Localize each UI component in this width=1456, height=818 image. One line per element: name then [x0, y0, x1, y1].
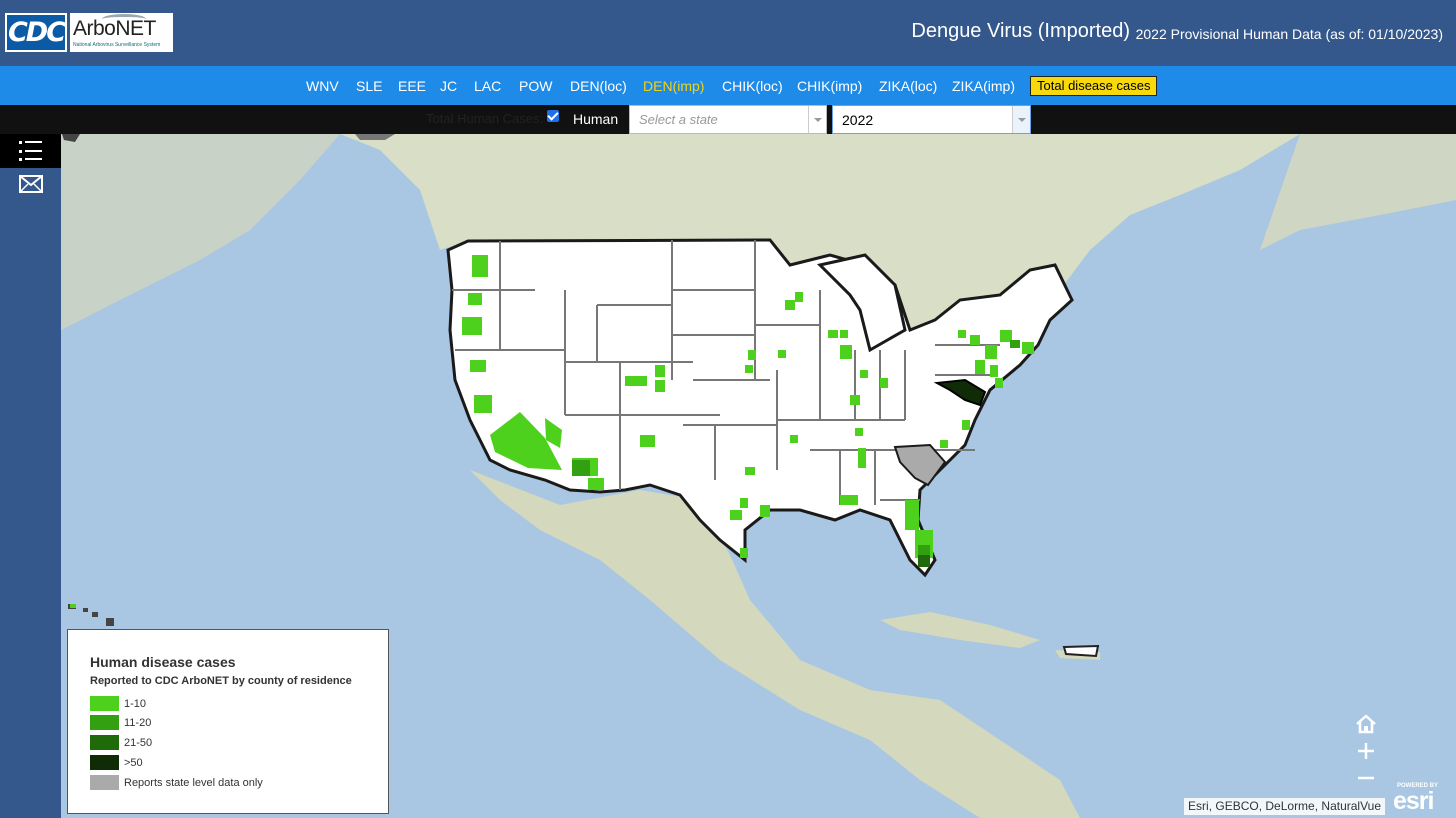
page-title: Dengue Virus (Imported) [911, 20, 1130, 42]
puerto-rico-shape [1062, 644, 1100, 658]
state-select-placeholder: Select a state [639, 112, 718, 127]
arbonet-logo[interactable]: ArboNET National Arbovirus Surveillance … [70, 13, 173, 52]
list-icon[interactable] [0, 134, 61, 168]
legend-swatch [90, 696, 119, 711]
legend-subtitle: Reported to CDC ArboNET by county of res… [90, 675, 352, 687]
chevron-down-icon[interactable] [1012, 106, 1030, 133]
app-header: CDC ArboNET National Arbovirus Surveilla… [0, 0, 1456, 66]
chevron-down-icon[interactable] [808, 106, 826, 133]
legend-swatch [90, 755, 119, 770]
esri-wordmark: esri [1393, 787, 1434, 815]
esri-logo[interactable]: POWERED BY esri [1393, 783, 1449, 815]
legend-label: 21-50 [124, 737, 153, 749]
arbonet-logo-text: ArboNET [73, 17, 156, 40]
year-select-value: 2022 [842, 112, 874, 128]
arbonet-logo-subtitle: National Arbovirus Surveillance System [73, 42, 161, 48]
nav-item-wnv[interactable]: WNV [306, 78, 339, 94]
filter-bar: Total Human Cases: Human Select a state … [0, 105, 1456, 134]
legend-swatch [90, 735, 119, 750]
mail-icon[interactable] [19, 175, 43, 193]
nav-item-pow[interactable]: POW [519, 78, 552, 94]
nav-item-chik-imp[interactable]: CHIK(imp) [797, 78, 862, 94]
legend-label: >50 [124, 757, 143, 769]
legend-swatch [90, 715, 119, 730]
nav-item-zika-imp[interactable]: ZIKA(imp) [952, 78, 1015, 94]
legend-title: Human disease cases [90, 654, 236, 670]
nav-item-zika-loc[interactable]: ZIKA(loc) [879, 78, 937, 94]
zoom-out-icon[interactable] [1352, 764, 1380, 792]
nav-item-lac[interactable]: LAC [474, 78, 501, 94]
county-cases-layer-high [918, 555, 930, 567]
nav-item-den-loc[interactable]: DEN(loc) [570, 78, 627, 94]
total-human-cases-label: Total Human Cases: [426, 111, 544, 126]
map-attribution[interactable]: Esri, GEBCO, DeLorme, NaturalVue [1184, 798, 1385, 815]
nav-item-chik-loc[interactable]: CHIK(loc) [722, 78, 783, 94]
human-checkbox-label: Human [573, 111, 619, 127]
zoom-in-icon[interactable] [1352, 737, 1380, 765]
left-toolbar [0, 134, 61, 818]
map-legend: Human disease cases Reported to CDC Arbo… [67, 629, 389, 814]
legend-label: Reports state level data only [124, 777, 263, 789]
hawaii-county [70, 604, 76, 608]
legend-swatch [90, 775, 119, 790]
human-checkbox[interactable] [547, 110, 559, 122]
nav-item-jc[interactable]: JC [440, 78, 457, 94]
cdc-logo[interactable]: CDC [5, 13, 67, 52]
page-subtitle: 2022 Provisional Human Data (as of: 01/1… [1135, 26, 1443, 42]
legend-label: 1-10 [124, 698, 147, 710]
legend-label: 11-20 [124, 717, 152, 729]
nav-item-den-imp[interactable]: DEN(imp) [643, 78, 704, 94]
year-select[interactable]: 2022 [832, 105, 1031, 134]
nav-item-eee[interactable]: EEE [398, 78, 426, 94]
state-select[interactable]: Select a state [629, 105, 827, 134]
home-icon[interactable] [1352, 710, 1380, 738]
disease-nav: WNV SLE EEE JC LAC POW DEN(loc) DEN(imp)… [0, 66, 1456, 105]
total-disease-cases-button[interactable]: Total disease cases [1030, 76, 1158, 96]
nav-item-sle[interactable]: SLE [356, 78, 382, 94]
